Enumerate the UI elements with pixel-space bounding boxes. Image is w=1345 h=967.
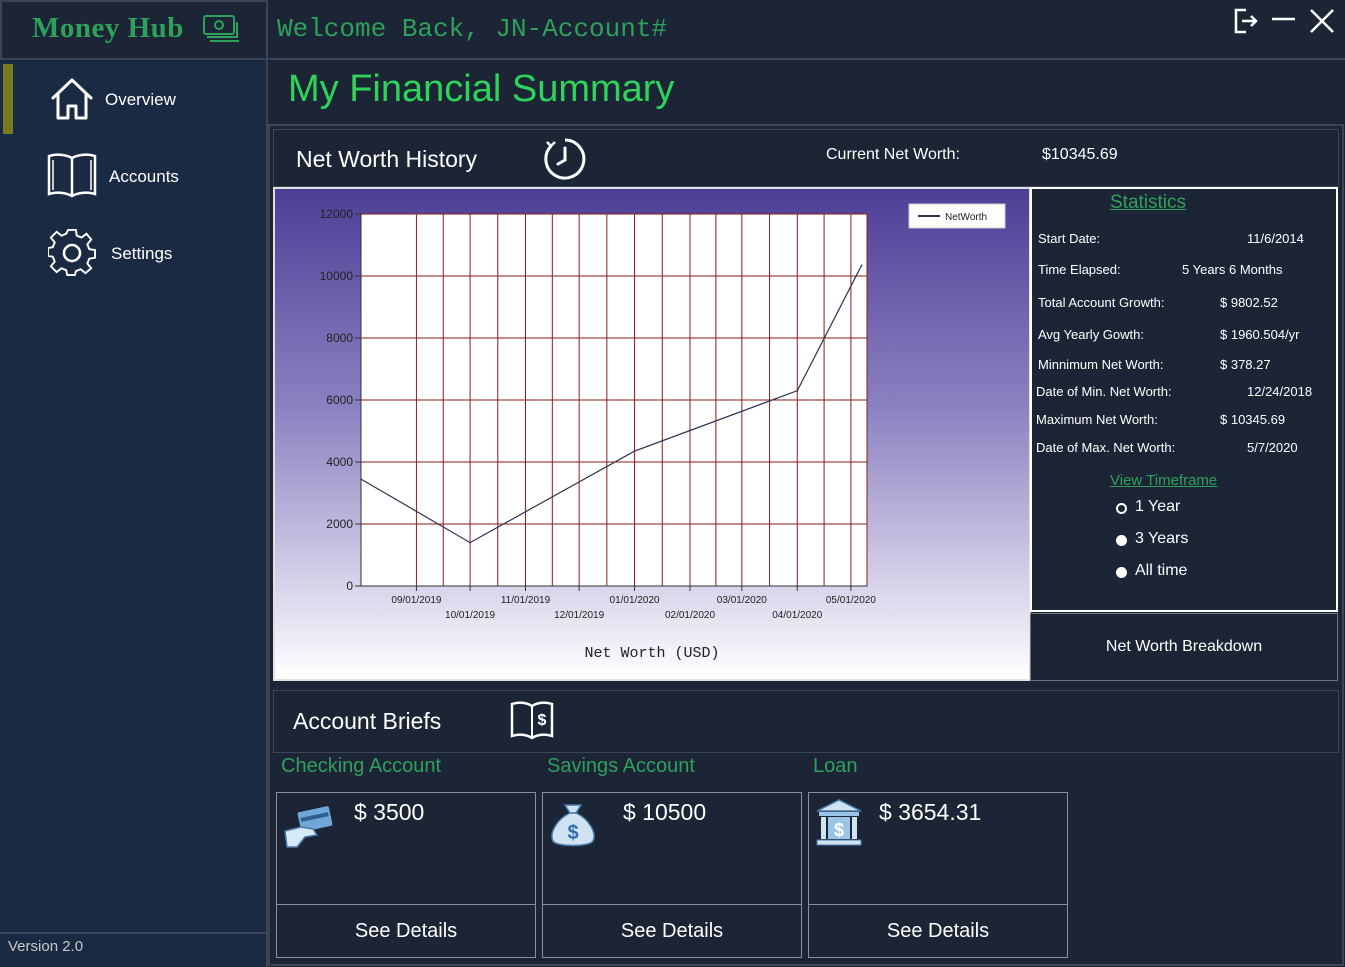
x-axis-label: Net Worth (USD)	[584, 645, 719, 662]
account-name: Loan	[813, 755, 858, 777]
sidebar-item-settings[interactable]: Settings	[0, 217, 266, 291]
x-tick-label: 05/01/2020	[826, 595, 876, 606]
stat-label: Maximum Net Worth:	[1036, 412, 1158, 427]
active-indicator	[3, 64, 13, 134]
stat-label: Minnimum Net Worth:	[1038, 357, 1164, 372]
x-tick-label: 11/01/2019	[501, 595, 551, 606]
net-worth-chart: 0 2000 4000 6000 8000 10000 12000 09/01/2019 11/…	[320, 203, 1006, 662]
stat-value: 11/6/2014	[1247, 231, 1304, 246]
close-icon[interactable]	[1307, 6, 1337, 36]
dollar-sign: $	[834, 820, 844, 840]
sidebar-item-overview[interactable]: Overview	[0, 64, 266, 138]
see-details-button[interactable]: See Details	[277, 904, 535, 957]
x-tick-label: 04/01/2020	[772, 610, 822, 621]
logout-icon[interactable]	[1232, 6, 1262, 36]
bank-icon: $	[816, 799, 862, 846]
data-point	[633, 450, 636, 452]
account-amount: $ 3500	[354, 799, 425, 825]
net-worth-breakdown-button[interactable]: Net Worth Breakdown	[1030, 613, 1338, 681]
data-point	[469, 541, 471, 544]
stat-label: Total Account Growth:	[1038, 295, 1165, 310]
stat-label: Time Elapsed:	[1038, 262, 1121, 277]
stat-value: $ 1960.504/yr	[1220, 327, 1300, 342]
x-tick-label: 02/01/2020	[665, 610, 715, 621]
stat-value: $ 10345.69	[1220, 412, 1286, 427]
account-card-checking: $ 3500 See Details	[276, 792, 536, 958]
stat-label: Date of Max. Net Worth:	[1036, 440, 1176, 455]
account-card-savings: $ $ 10500 See Details	[542, 792, 802, 958]
timeframe-radio-1-year[interactable]: 1 Year	[1116, 498, 1236, 522]
version-label: Version 2.0	[8, 938, 84, 955]
money-stack-icon	[203, 15, 239, 42]
legend-label: NetWorth	[945, 212, 987, 223]
stat-value: 5 Years 6 Months	[1182, 262, 1283, 277]
stat-label: Start Date:	[1038, 231, 1101, 246]
credit-card-icon	[284, 806, 333, 848]
home-icon	[51, 78, 93, 120]
timeframe-radio-all-time[interactable]: All time	[1116, 562, 1236, 586]
current-net-worth-label: Current Net Worth:	[826, 146, 960, 163]
book-icon	[47, 153, 97, 198]
y-tick-label: 2000	[326, 517, 353, 531]
stat-label: Avg Yearly Gowth:	[1038, 327, 1144, 342]
stat-value: $ 378.27	[1220, 357, 1271, 372]
x-tick-label: 09/01/2019	[391, 595, 441, 606]
gear-icon	[48, 229, 97, 276]
account-card-loan: $ $ 3654.31 See Details	[808, 792, 1068, 958]
y-tick-label: 10000	[320, 269, 354, 283]
radio-indicator	[1116, 503, 1127, 514]
see-details-button[interactable]: See Details	[809, 904, 1067, 957]
radio-label: All time	[1135, 562, 1188, 579]
book-dollar-icon: $	[510, 701, 554, 740]
data-point	[360, 478, 362, 480]
stat-value: 12/24/2018	[1247, 384, 1313, 399]
minimize-icon[interactable]	[1269, 6, 1299, 36]
sidebar-item-accounts[interactable]: Accounts	[0, 140, 266, 214]
radio-indicator	[1116, 535, 1127, 546]
page-title: My Financial Summary	[288, 68, 675, 110]
y-tick-label: 4000	[326, 455, 353, 469]
dollar-sign: $	[538, 712, 547, 729]
x-tick-label: 03/01/2020	[717, 595, 767, 606]
y-tick-label: 6000	[326, 393, 353, 407]
dollar-sign: $	[567, 822, 578, 844]
net-worth-title: Net Worth History	[296, 146, 478, 172]
x-tick-label: 10/01/2019	[445, 610, 495, 621]
x-tick-label: 01/01/2020	[610, 595, 660, 606]
welcome-message: Welcome Back, JN-Account#	[277, 14, 668, 44]
sidebar-item-label: Settings	[111, 244, 173, 263]
y-tick-label: 8000	[326, 331, 353, 345]
account-amount: $ 10500	[623, 799, 707, 825]
y-tick-label: 12000	[320, 207, 354, 221]
account-briefs-title: Account Briefs	[293, 708, 442, 734]
y-tick-label: 0	[346, 579, 353, 593]
stat-value: 5/7/2020	[1247, 440, 1298, 455]
stat-label: Date of Min. Net Worth:	[1036, 384, 1172, 399]
app-logo-text: Money Hub	[32, 12, 184, 44]
see-details-button[interactable]: See Details	[543, 904, 801, 957]
x-tick-label: 12/01/2019	[554, 610, 604, 621]
radio-label: 1 Year	[1135, 498, 1181, 515]
divider	[268, 58, 1345, 60]
stat-value: $ 9802.52	[1220, 295, 1278, 310]
sidebar-item-label: Overview	[105, 90, 176, 109]
history-clock-icon	[544, 138, 586, 180]
view-timeframe-link[interactable]: View Timeframe	[1110, 472, 1217, 489]
account-amount: $ 3654.31	[879, 799, 982, 825]
timeframe-radio-3-years[interactable]: 3 Years	[1116, 530, 1236, 554]
sidebar-item-label: Accounts	[109, 167, 179, 186]
account-name: Checking Account	[281, 755, 442, 777]
money-bag-icon: $	[551, 804, 595, 847]
data-point	[860, 264, 863, 267]
account-name: Savings Account	[547, 755, 695, 777]
statistics-title: Statistics	[1110, 192, 1187, 213]
radio-indicator	[1116, 567, 1127, 578]
data-point	[796, 389, 799, 392]
divider	[0, 932, 266, 934]
current-net-worth-value: $10345.69	[1042, 146, 1118, 163]
radio-label: 3 Years	[1135, 530, 1189, 547]
